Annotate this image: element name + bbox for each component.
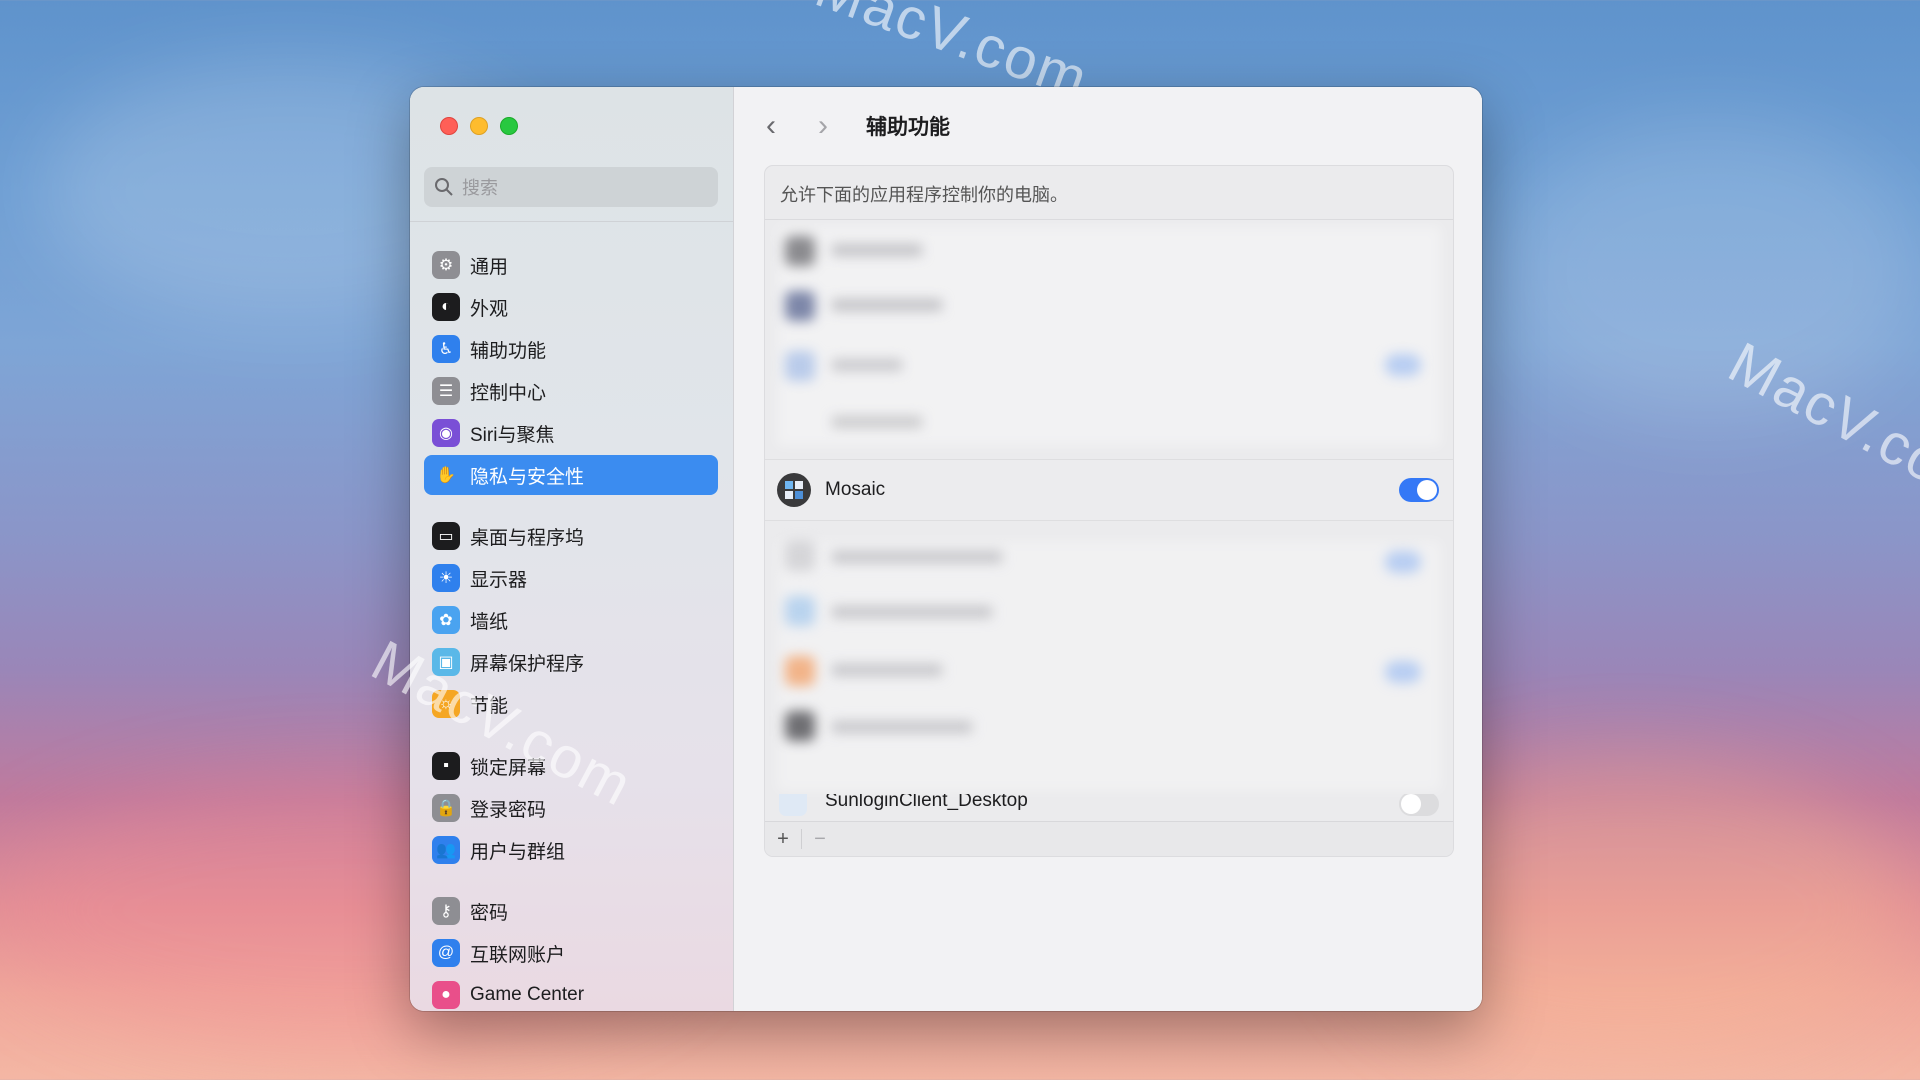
sidebar-item[interactable]: ✿ 墙纸	[424, 600, 718, 640]
sidebar-item[interactable]: @ 互联网账户	[424, 933, 718, 973]
blurred-app-list	[777, 226, 1441, 446]
sidebar-item-label: Game Center	[470, 984, 585, 1005]
key-icon: ⚷	[432, 897, 460, 925]
app-row-sunlogin: SunloginClient_Desktop	[765, 794, 1453, 820]
search-input[interactable]: 搜索	[424, 167, 718, 207]
forward-button[interactable]: ›	[818, 109, 828, 143]
sidebar-item-label: 隐私与安全性	[470, 466, 585, 488]
dock-icon: ▭	[432, 522, 460, 550]
sidebar-item-label: 显示器	[470, 569, 528, 591]
search-placeholder: 搜索	[462, 178, 498, 198]
sidebar-item-label: 控制中心	[470, 382, 547, 404]
sunlogin-toggle[interactable]	[1399, 794, 1439, 816]
sidebar-item-label: 外观	[470, 298, 509, 320]
sidebar-item-label: 用户与群组	[470, 841, 566, 863]
sidebar-item-label: 互联网账户	[470, 944, 566, 966]
back-button[interactable]: ‹	[766, 109, 776, 143]
close-button[interactable]	[440, 117, 458, 135]
users-icon: 👥	[432, 836, 460, 864]
lock-screen-icon: ▪	[432, 752, 460, 780]
sidebar-item[interactable]: ◉ Siri与聚焦	[424, 413, 718, 453]
sidebar-item-label: 登录密码	[470, 799, 547, 821]
sidebar: 搜索 ⚙ 通用 ◐ 外观 ♿ 辅助功能 ☰ 控制中心 ◉ Siri与聚焦 ✋ 隐私与安全性 ▭ 桌面与程序…	[410, 87, 734, 1011]
sidebar-item[interactable]: ☀ 显示器	[424, 558, 718, 598]
sidebar-item[interactable]: ⚷ 密码	[424, 891, 718, 931]
wallpaper-icon: ✿	[432, 606, 460, 634]
brightness-icon: ☀	[432, 564, 460, 592]
page-title: 辅助功能	[866, 116, 950, 139]
panel-description: 允许下面的应用程序控制你的电脑。	[780, 185, 1068, 205]
mosaic-toggle[interactable]	[1399, 478, 1439, 502]
divider	[765, 219, 1453, 220]
search-icon	[435, 178, 453, 196]
sidebar-item[interactable]: ● Game Center	[424, 975, 718, 1011]
sidebar-item-label: 屏幕保护程序	[470, 653, 585, 675]
sidebar-item-label: 通用	[470, 256, 509, 278]
siri-icon: ◉	[432, 419, 460, 447]
sidebar-item[interactable]: ▭ 桌面与程序坞	[424, 516, 718, 556]
minimize-button[interactable]	[470, 117, 488, 135]
appearance-icon: ◐	[432, 293, 460, 321]
sidebar-item[interactable]: ⚙ 通用	[424, 245, 718, 285]
remove-button[interactable]: −	[802, 828, 838, 851]
sidebar-item-label: 墙纸	[470, 611, 509, 633]
sidebar-item[interactable]: 👥 用户与群组	[424, 830, 718, 870]
sidebar-item[interactable]: ✋ 隐私与安全性	[424, 455, 718, 495]
at-icon: @	[432, 939, 460, 967]
gear-icon: ⚙	[432, 251, 460, 279]
zoom-button[interactable]	[500, 117, 518, 135]
divider	[410, 221, 733, 222]
hand-icon: ✋	[436, 467, 456, 484]
sunlogin-icon	[779, 794, 807, 816]
app-row-mosaic: Mosaic	[765, 459, 1453, 521]
sidebar-item-label: 桌面与程序坞	[470, 527, 585, 549]
sidebar-item-label: 辅助功能	[470, 340, 547, 362]
sidebar-item[interactable]: ☰ 控制中心	[424, 371, 718, 411]
mosaic-icon	[777, 473, 811, 507]
sidebar-item[interactable]: ♿ 辅助功能	[424, 329, 718, 369]
game-center-icon: ●	[432, 981, 460, 1009]
app-name: Mosaic	[825, 479, 886, 500]
accessibility-icon: ♿	[432, 335, 460, 363]
settings-window: 搜索 ⚙ 通用 ◐ 外观 ♿ 辅助功能 ☰ 控制中心 ◉ Siri与聚焦 ✋ 隐私与安全性 ▭ 桌面与程序…	[410, 87, 1482, 1011]
sidebar-item-label: Siri与聚焦	[470, 424, 555, 446]
lock-icon: 🔒	[432, 794, 460, 822]
main-content: ‹ › 辅助功能 允许下面的应用程序控制你的电脑。 Mosaic Sunlogi…	[734, 87, 1482, 1011]
sidebar-item[interactable]: ◐ 外观	[424, 287, 718, 327]
control-center-icon: ☰	[432, 377, 460, 405]
panel-footer: + −	[765, 821, 1453, 856]
sidebar-item-label: 密码	[470, 902, 509, 924]
app-list-panel: 允许下面的应用程序控制你的电脑。 Mosaic SunloginClient_D…	[764, 165, 1454, 857]
app-name: SunloginClient_Desktop	[825, 794, 1028, 811]
add-button[interactable]: +	[765, 828, 801, 851]
blurred-app-list	[777, 541, 1441, 791]
